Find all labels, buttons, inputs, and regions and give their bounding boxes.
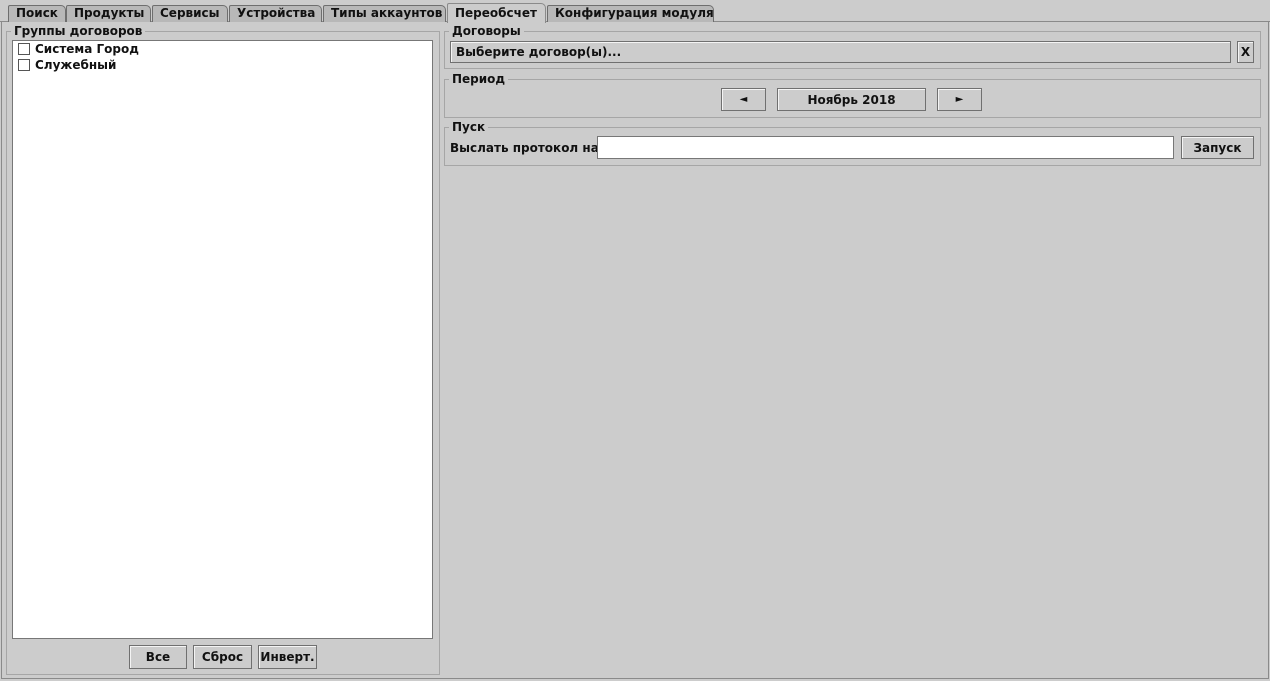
invert-button[interactable]: Инверт. [258, 645, 317, 669]
send-protocol-input[interactable] [597, 136, 1174, 159]
tab-services[interactable]: Сервисы [152, 5, 228, 22]
group-item-label: Система Город [35, 42, 139, 56]
tab-recalculation[interactable]: Переобсчет [447, 3, 546, 23]
clear-contracts-button[interactable]: X [1237, 41, 1254, 63]
group-item-sluzhebny[interactable]: Служебный [18, 57, 116, 73]
group-checkbox[interactable] [18, 43, 30, 55]
tab-account-types[interactable]: Типы аккаунтов [323, 5, 446, 22]
reset-button[interactable]: Сброс [193, 645, 252, 669]
tab-bar: Поиск Продукты Сервисы Устройства Типы а… [0, 0, 1270, 23]
run-button[interactable]: Запуск [1181, 136, 1254, 159]
group-checkbox[interactable] [18, 59, 30, 71]
select-all-button[interactable]: Все [129, 645, 187, 669]
contract-groups-list[interactable]: Система Город Служебный [12, 40, 433, 639]
period-prev-button[interactable]: ◄ [721, 88, 766, 111]
group-item-label: Служебный [35, 58, 117, 72]
tab-products[interactable]: Продукты [66, 5, 151, 22]
launch-title: Пуск [449, 120, 489, 134]
contracts-title: Договоры [449, 24, 524, 38]
tab-module-config[interactable]: Конфигурация модуля [547, 5, 714, 22]
tab-devices[interactable]: Устройства [229, 5, 322, 22]
contract-groups-title: Группы договоров [11, 24, 146, 38]
tab-search[interactable]: Поиск [8, 5, 66, 22]
period-value-button[interactable]: Ноябрь 2018 [777, 88, 926, 111]
select-contracts-button[interactable]: Выберите договор(ы)... [450, 41, 1231, 63]
group-item-sistema-gorod[interactable]: Система Город [18, 41, 139, 57]
period-title: Период [449, 72, 509, 86]
send-protocol-label: Выслать протокол на: [450, 141, 604, 155]
period-next-button[interactable]: ► [937, 88, 982, 111]
